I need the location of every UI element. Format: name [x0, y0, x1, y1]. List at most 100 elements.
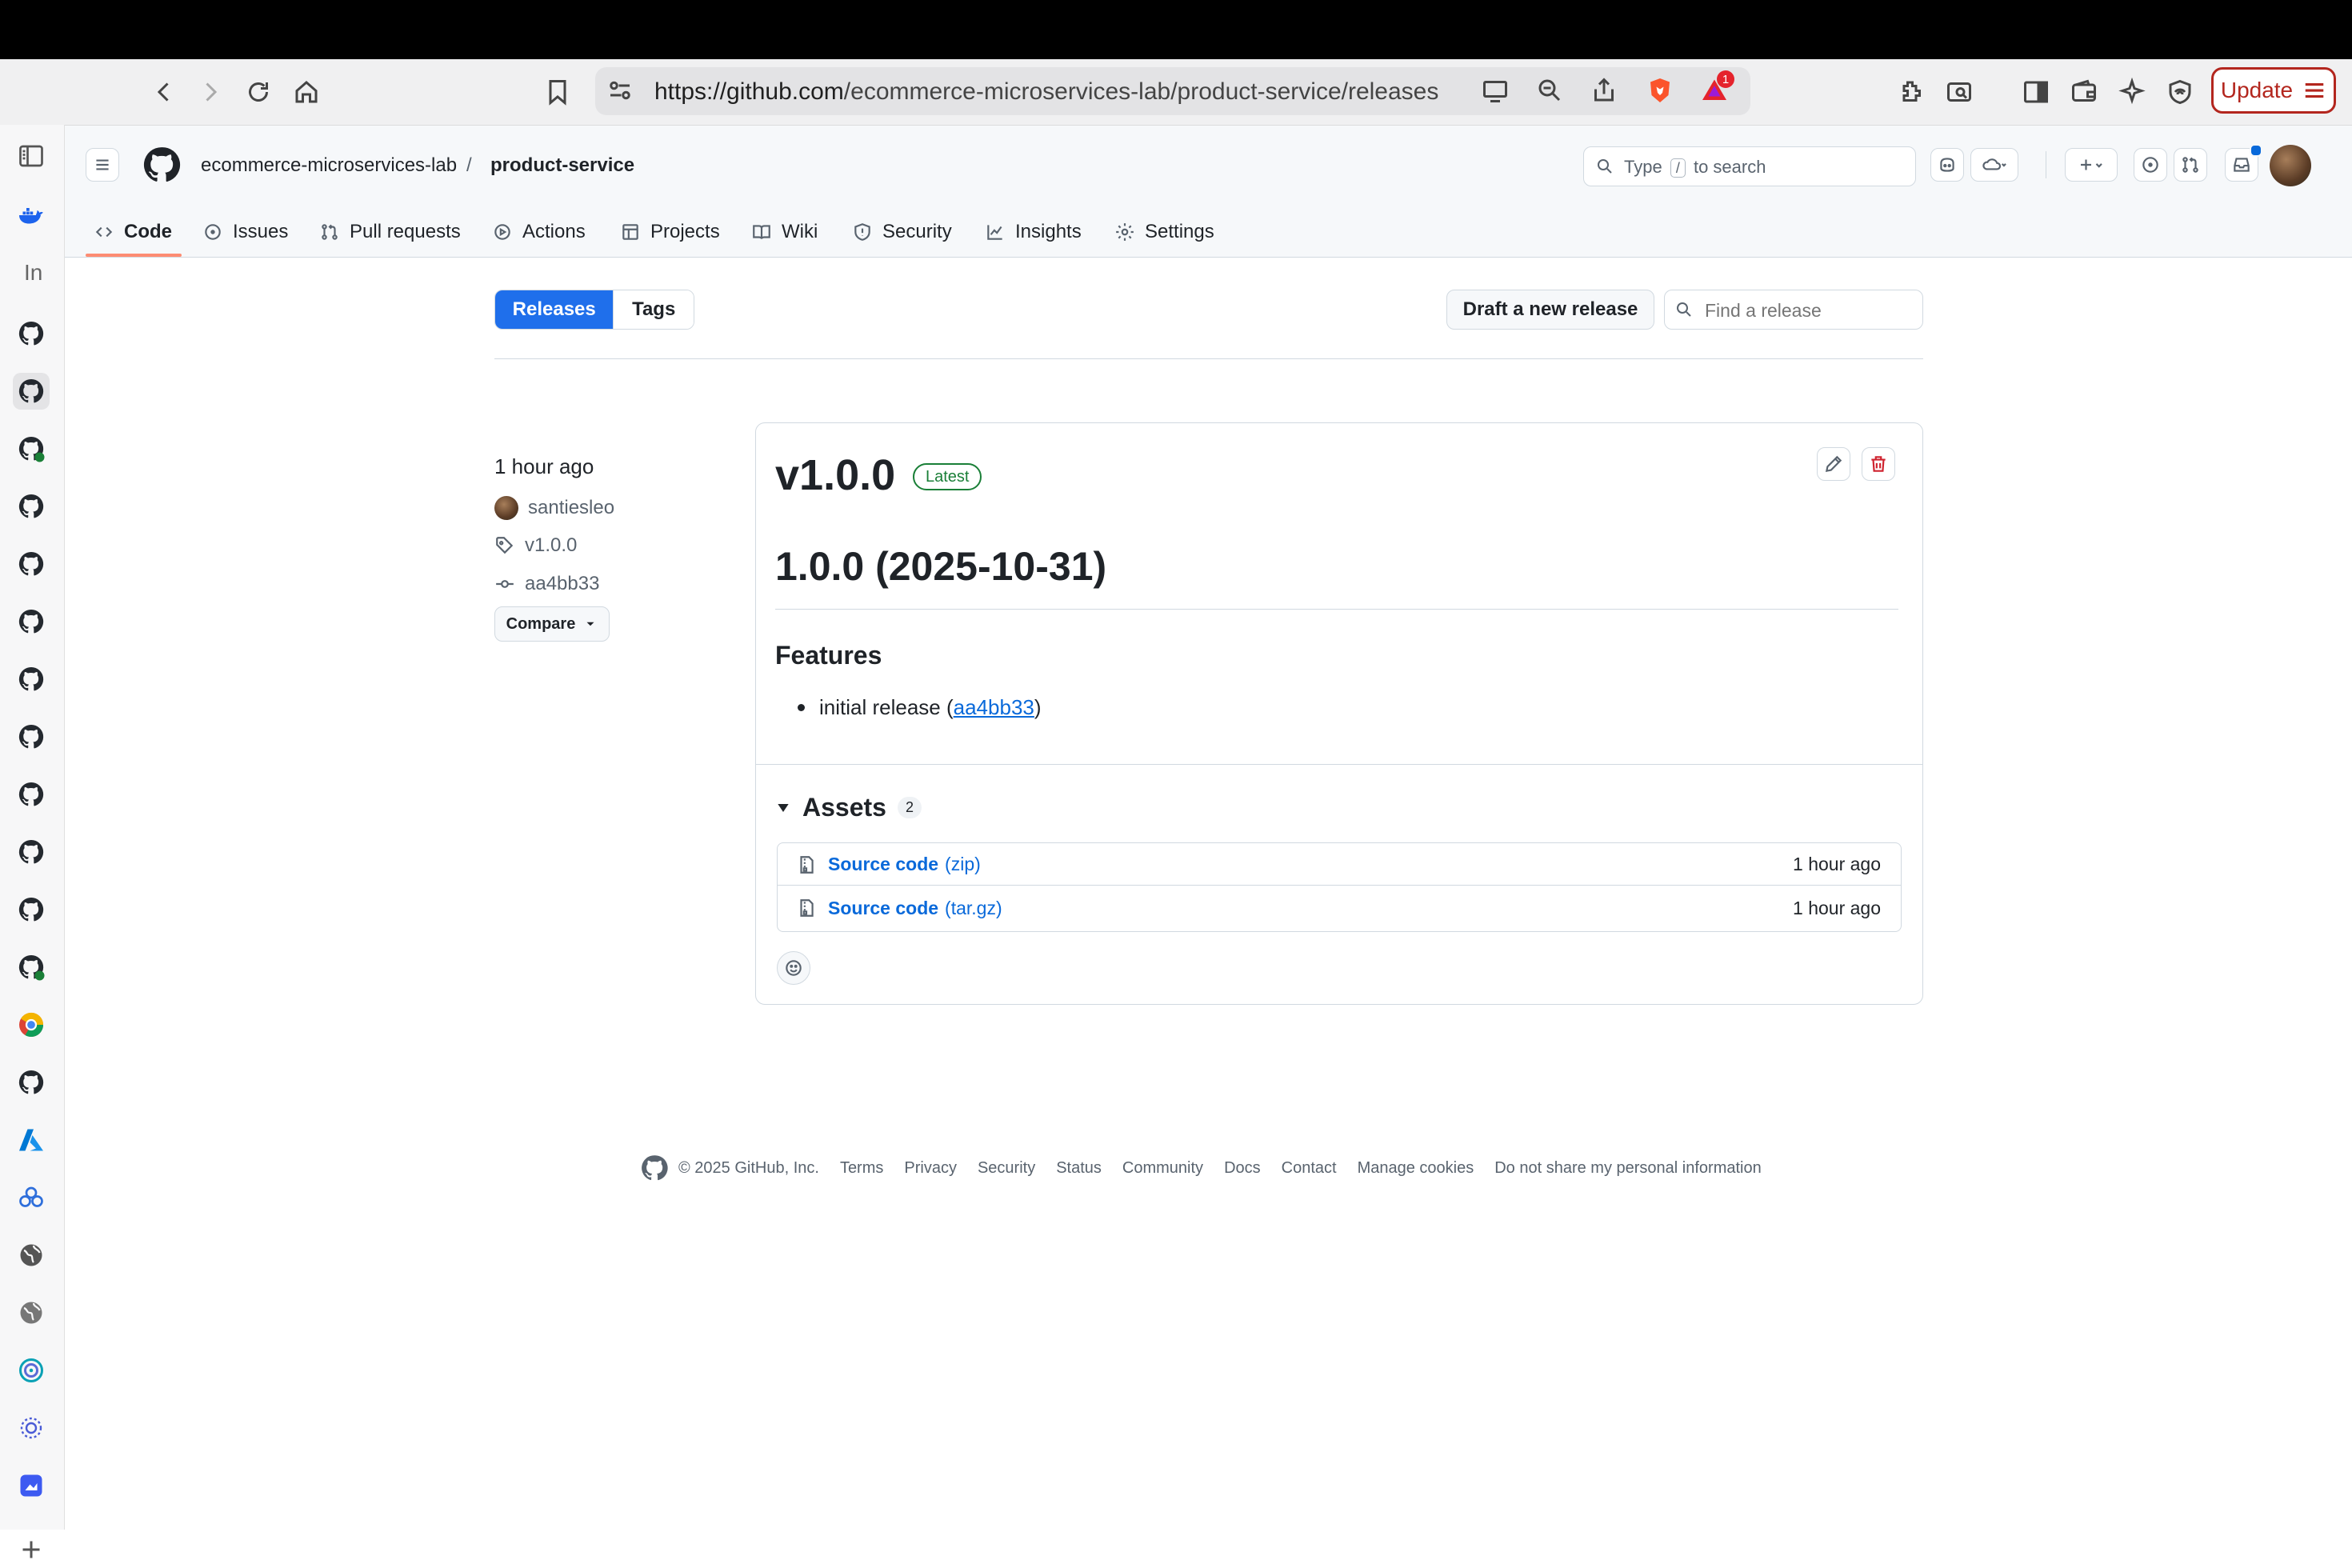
tab-projects[interactable]: Projects [620, 209, 720, 255]
github-logo-icon[interactable] [142, 145, 182, 185]
update-button[interactable]: Update [2211, 67, 2336, 114]
issues-button[interactable] [2134, 148, 2167, 182]
footer-link-do-not-share[interactable]: Do not share my personal information [1494, 1159, 1762, 1178]
brave-shields-icon[interactable] [1645, 75, 1675, 106]
inbox-button[interactable] [2225, 144, 2262, 182]
github-icon[interactable] [13, 488, 50, 525]
search-input[interactable]: Type / to search [1583, 146, 1916, 186]
tab-pull-requests[interactable]: Pull requests [319, 209, 461, 255]
github-icon[interactable] [13, 891, 50, 928]
chrome-app-icon[interactable] [13, 1006, 50, 1043]
footer-link-contact[interactable]: Contact [1282, 1159, 1337, 1178]
footer-link-privacy[interactable]: Privacy [904, 1159, 957, 1178]
assets-toggle[interactable]: Assets 2 [775, 793, 922, 822]
asset-name[interactable]: Source code [828, 898, 938, 919]
pull-request-icon [322, 224, 338, 240]
breadcrumb-owner[interactable]: ecommerce-microservices-lab [201, 154, 457, 177]
wallet-icon[interactable] [2069, 77, 2099, 107]
footer-link-manage-cookies[interactable]: Manage cookies [1358, 1159, 1474, 1178]
docker-icon[interactable] [13, 197, 50, 234]
find-release-field[interactable] [1664, 290, 1923, 330]
tab-issues[interactable]: Issues [202, 209, 288, 255]
asset-row[interactable]: Source code (zip) 1 hour ago [777, 844, 1902, 886]
github-icon[interactable] [13, 315, 50, 352]
github-icon[interactable] [13, 430, 50, 467]
leo-ai-icon[interactable] [2117, 77, 2147, 107]
footer-link-docs[interactable]: Docs [1224, 1159, 1261, 1178]
github-icon[interactable] [13, 1064, 50, 1101]
footer-link-security[interactable]: Security [978, 1159, 1035, 1178]
tab-settings[interactable]: Settings [1114, 209, 1214, 255]
tab-wiki[interactable]: Wiki [751, 209, 818, 255]
nav-menu-button[interactable] [86, 148, 119, 182]
extensions-icon[interactable] [1896, 77, 1926, 107]
pencil-icon [1825, 455, 1842, 473]
cloud-app-icon[interactable] [13, 1179, 50, 1216]
release-commit[interactable]: aa4bb33 [494, 573, 599, 595]
sidebar-panel-icon[interactable] [13, 138, 50, 174]
forward-icon[interactable] [195, 77, 226, 107]
sidebar-toggle-icon[interactable] [2021, 77, 2051, 107]
photo-app-icon[interactable] [13, 1467, 50, 1504]
reload-icon[interactable] [243, 77, 274, 107]
reader-mode-icon[interactable] [1944, 77, 1974, 107]
tab-security[interactable]: Security [852, 209, 952, 255]
address-bar[interactable]: https://github.com/ecommerce-microservic… [595, 67, 1750, 115]
asset-ext[interactable]: (tar.gz) [945, 898, 1002, 919]
tags-tab[interactable]: Tags [613, 290, 694, 329]
azure-icon[interactable] [13, 1122, 50, 1158]
github-icon[interactable] [13, 834, 50, 870]
share-icon[interactable] [1589, 75, 1619, 106]
github-icon[interactable] [13, 546, 50, 582]
home-icon[interactable] [291, 77, 322, 107]
release-author[interactable]: santiesleo [494, 496, 614, 520]
brave-rewards-icon[interactable]: 1 [1699, 70, 1734, 106]
globe-icon[interactable] [13, 1237, 50, 1274]
compare-dropdown[interactable]: Compare [494, 606, 610, 642]
github-icon[interactable] [13, 603, 50, 640]
github-icon[interactable] [13, 661, 50, 698]
tab-code[interactable]: Code [94, 209, 172, 255]
sunburst-app-icon[interactable] [13, 1410, 50, 1446]
asset-ext[interactable]: (zip) [945, 854, 981, 875]
release-tag[interactable]: v1.0.0 [494, 534, 577, 557]
vpn-icon[interactable] [2165, 77, 2195, 107]
github-icon[interactable] [13, 949, 50, 986]
create-new-dropdown[interactable] [2065, 148, 2118, 182]
url-text[interactable]: https://github.com/ecommerce-microservic… [654, 78, 1438, 106]
target-app-icon[interactable] [13, 1352, 50, 1389]
github-icon[interactable] [13, 718, 50, 755]
github-logo-icon[interactable] [640, 1154, 669, 1182]
github-icon[interactable] [13, 776, 50, 813]
tab-actions[interactable]: Actions [492, 209, 586, 255]
footer-link-terms[interactable]: Terms [840, 1159, 883, 1178]
breadcrumb-repo[interactable]: product-service [490, 154, 634, 177]
cast-icon[interactable] [1480, 75, 1510, 106]
footer-link-community[interactable]: Community [1122, 1159, 1203, 1178]
add-reaction-button[interactable] [777, 951, 810, 985]
tab-wiki-label: Wiki [782, 221, 818, 242]
globe-icon[interactable] [13, 1294, 50, 1331]
back-icon[interactable] [149, 77, 179, 107]
asset-row[interactable]: Source code (tar.gz) 1 hour ago [777, 887, 1902, 929]
pull-requests-button[interactable] [2174, 148, 2207, 182]
edit-release-button[interactable] [1817, 447, 1850, 481]
copilot-button[interactable] [1930, 148, 1964, 182]
site-settings-icon[interactable] [605, 75, 635, 106]
find-release-input[interactable] [1703, 297, 1914, 324]
delete-release-button[interactable] [1862, 447, 1895, 481]
github-icon[interactable] [13, 373, 50, 410]
codespaces-dropdown[interactable] [1970, 148, 2018, 182]
avatar[interactable] [2270, 145, 2311, 186]
bookmark-icon[interactable] [542, 77, 573, 107]
add-icon[interactable] [13, 1531, 50, 1568]
draft-new-release-button[interactable]: Draft a new release [1446, 290, 1654, 330]
releases-tab[interactable]: Releases [495, 290, 614, 329]
feature-commit-link[interactable]: aa4bb33 [954, 695, 1034, 720]
zoom-icon[interactable] [1534, 75, 1565, 106]
release-title[interactable]: v1.0.0 [775, 450, 895, 500]
assets-divider [756, 764, 1922, 765]
footer-link-status[interactable]: Status [1056, 1159, 1102, 1178]
tab-insights[interactable]: Insights [985, 209, 1082, 255]
asset-name[interactable]: Source code [828, 854, 938, 875]
